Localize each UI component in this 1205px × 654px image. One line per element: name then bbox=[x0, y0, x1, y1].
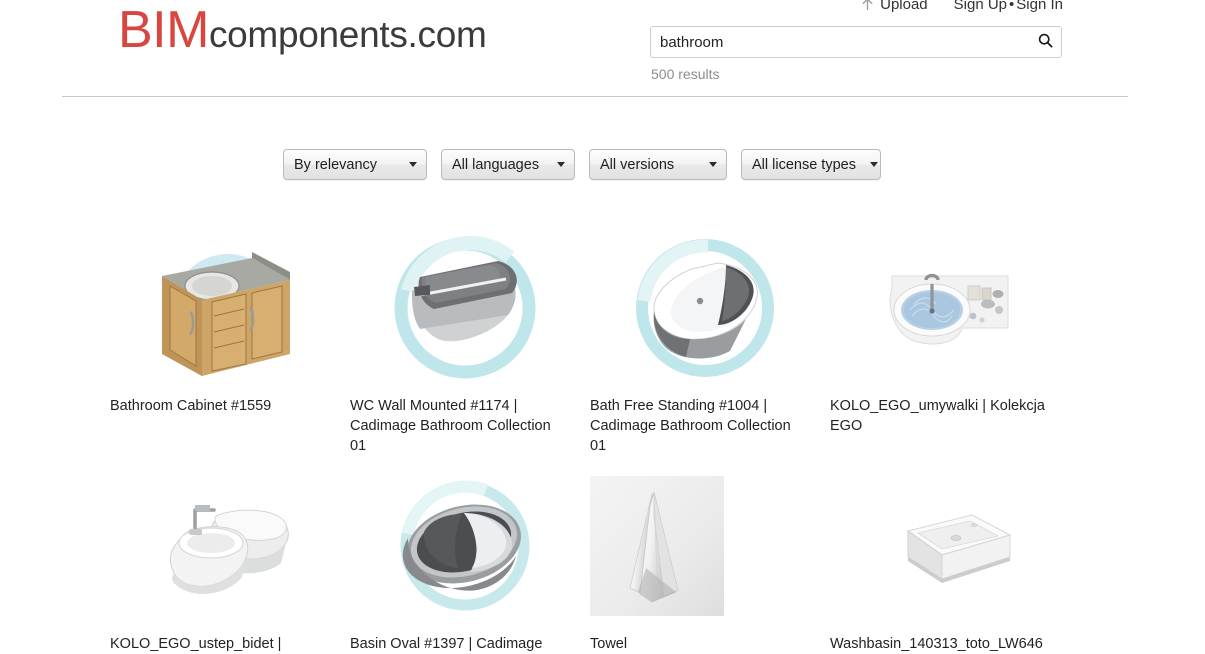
language-dropdown-label: All languages bbox=[452, 156, 540, 173]
result-title[interactable]: Towel bbox=[590, 634, 808, 654]
chevron-down-icon bbox=[409, 162, 417, 167]
filter-bar: By relevancy All languages All versions … bbox=[283, 149, 881, 180]
result-title[interactable]: Washbasin_140313_toto_LW646J bbox=[830, 634, 1048, 654]
search-submit-button[interactable] bbox=[1029, 27, 1061, 57]
kolo-ego-bidet-thumb[interactable] bbox=[110, 466, 340, 626]
result-card[interactable]: WC Wall Mounted #1174 | Cadimage Bathroo… bbox=[350, 228, 590, 456]
result-title[interactable]: KOLO_EGO_umywalki | Kolekcja EGO bbox=[830, 396, 1048, 436]
search-input[interactable] bbox=[651, 27, 1061, 57]
sort-dropdown[interactable]: By relevancy bbox=[283, 149, 427, 180]
bathroom-cabinet-thumb[interactable] bbox=[110, 228, 340, 388]
result-title[interactable]: Bath Free Standing #1004 | Cadimage Bath… bbox=[590, 396, 808, 456]
logo-components-text: components.com bbox=[208, 14, 487, 55]
kolo-ego-washbasin-thumb[interactable] bbox=[830, 228, 1060, 388]
site-logo[interactable]: BIMcomponents.com bbox=[118, 4, 487, 56]
account-bar: Upload Sign Up • Sign In bbox=[861, 0, 1063, 13]
version-dropdown[interactable]: All versions bbox=[589, 149, 727, 180]
search-area: 500 results bbox=[650, 26, 1062, 82]
towel-thumb[interactable] bbox=[590, 466, 820, 626]
chevron-down-icon bbox=[709, 162, 717, 167]
result-title[interactable]: Bathroom Cabinet #1559 bbox=[110, 396, 328, 416]
result-card[interactable]: Bath Free Standing #1004 | Cadimage Bath… bbox=[590, 228, 830, 456]
chevron-down-icon bbox=[869, 162, 878, 167]
upload-arrow-icon bbox=[861, 0, 874, 12]
sign-up-link[interactable]: Sign Up bbox=[954, 0, 1007, 13]
result-card[interactable]: KOLO_EGO_ustep_bidet | Kolekcja EGO bbox=[110, 466, 350, 654]
result-title[interactable]: Basin Oval #1397 | Cadimage Bathroom Col… bbox=[350, 634, 568, 654]
bath-free-standing-thumb[interactable] bbox=[590, 228, 820, 388]
auth-separator: • bbox=[1009, 0, 1015, 13]
upload-label: Upload bbox=[880, 0, 928, 13]
results-grid: Bathroom Cabinet #1559 WC Wall Mounted #… bbox=[110, 228, 1110, 654]
result-card[interactable]: Basin Oval #1397 | Cadimage Bathroom Col… bbox=[350, 466, 590, 654]
result-title[interactable]: KOLO_EGO_ustep_bidet | Kolekcja EGO bbox=[110, 634, 328, 654]
sign-in-link[interactable]: Sign In bbox=[1016, 0, 1063, 13]
result-card[interactable]: Washbasin_140313_toto_LW646J bbox=[830, 466, 1070, 654]
auth-links: Sign Up • Sign In bbox=[954, 0, 1063, 13]
search-icon bbox=[1038, 33, 1053, 51]
basin-oval-thumb[interactable] bbox=[350, 466, 580, 626]
search-box[interactable] bbox=[650, 26, 1062, 58]
header-divider bbox=[62, 96, 1128, 97]
license-dropdown-label: All license types bbox=[752, 156, 856, 173]
result-card[interactable]: Bathroom Cabinet #1559 bbox=[110, 228, 350, 456]
license-dropdown[interactable]: All license types bbox=[741, 149, 881, 180]
logo-bim-text: BIM bbox=[118, 1, 209, 59]
site-header: BIMcomponents.com Upload Sign Up • Sign In bbox=[0, 0, 1205, 97]
page-root: BIMcomponents.com Upload Sign Up • Sign In bbox=[0, 0, 1205, 654]
sort-dropdown-label: By relevancy bbox=[294, 156, 378, 173]
upload-button[interactable]: Upload bbox=[861, 0, 928, 13]
result-title[interactable]: WC Wall Mounted #1174 | Cadimage Bathroo… bbox=[350, 396, 568, 456]
washbasin-toto-thumb[interactable] bbox=[830, 466, 1060, 626]
result-card[interactable]: KOLO_EGO_umywalki | Kolekcja EGO bbox=[830, 228, 1070, 456]
version-dropdown-label: All versions bbox=[600, 156, 675, 173]
wc-wall-mounted-thumb[interactable] bbox=[350, 228, 580, 388]
language-dropdown[interactable]: All languages bbox=[441, 149, 575, 180]
chevron-down-icon bbox=[557, 162, 565, 167]
results-count: 500 results bbox=[651, 66, 720, 82]
result-card[interactable]: Towel bbox=[590, 466, 830, 654]
